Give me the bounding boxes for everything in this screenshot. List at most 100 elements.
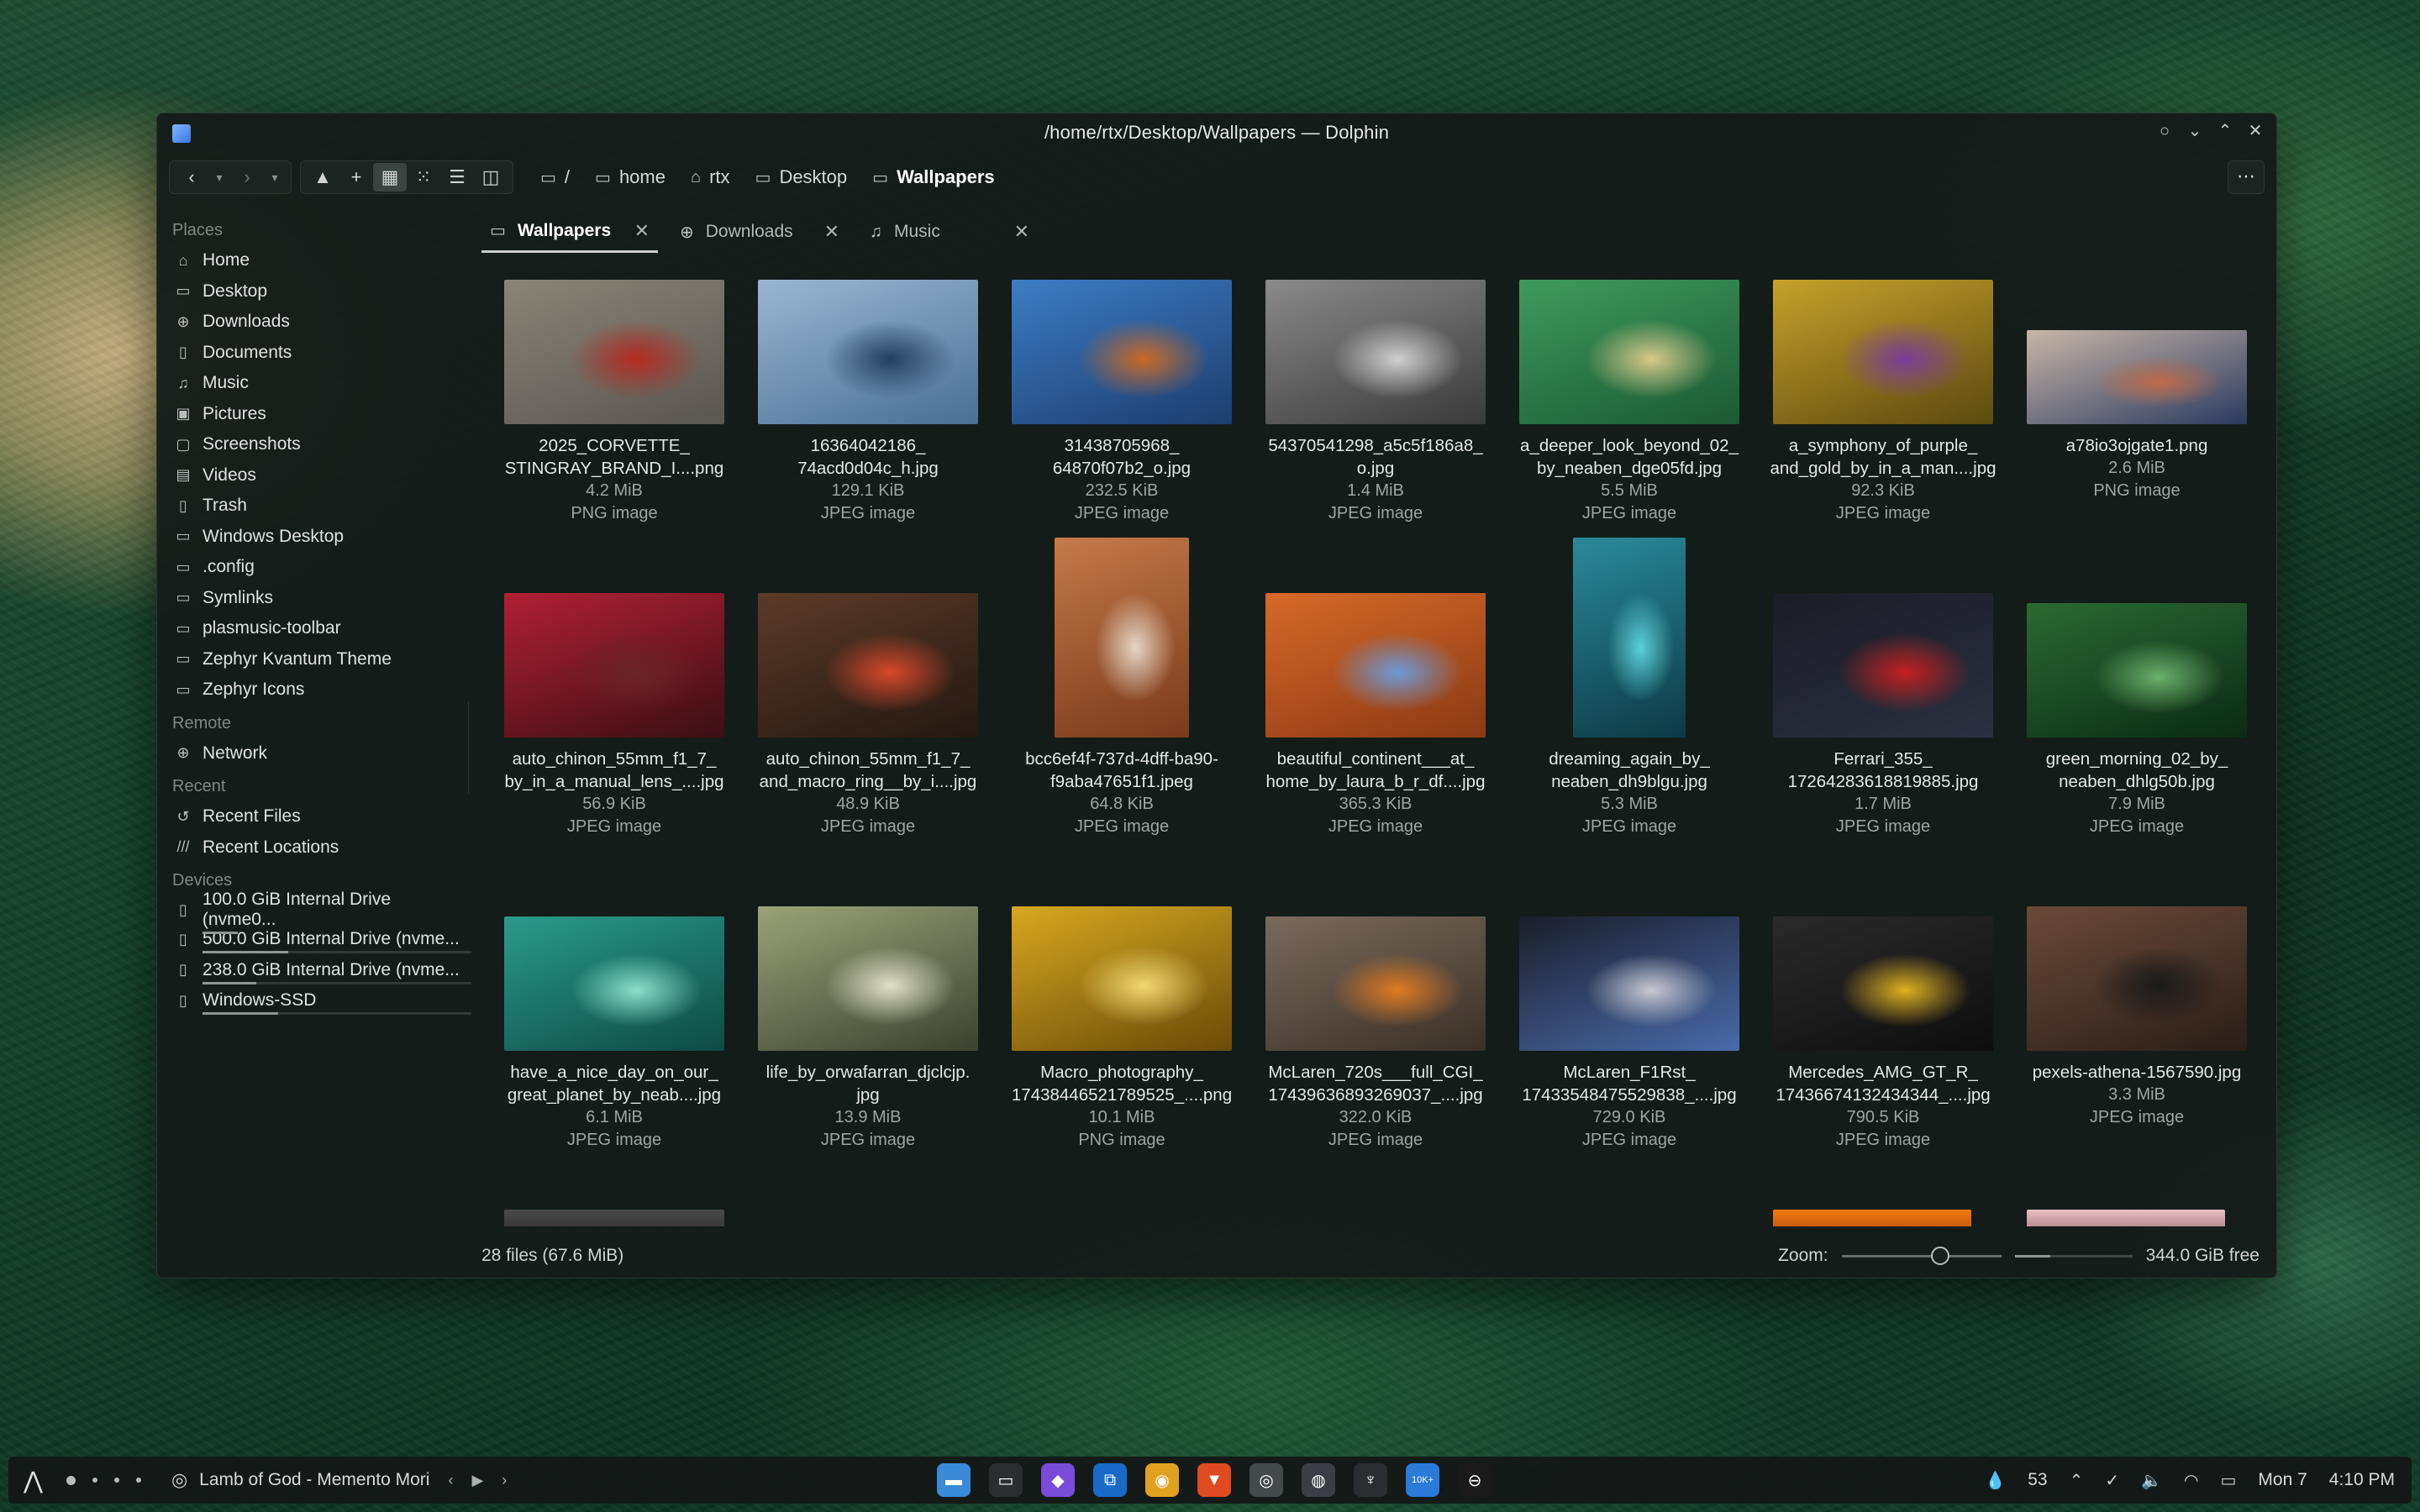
details-view-icon[interactable]: ☰ xyxy=(440,163,474,192)
file-item[interactable]: a_symphony_of_purple_ and_gold_by_in_a_m… xyxy=(1760,273,2006,525)
app-7-icon[interactable]: ◎ xyxy=(1249,1463,1283,1497)
file-item[interactable]: a_deeper_look_beyond_02_ by_neaben_dge05… xyxy=(1507,273,1752,525)
virtual-desktops[interactable] xyxy=(66,1475,141,1485)
forward-icon[interactable]: › xyxy=(230,163,264,192)
breadcrumb-item[interactable]: ▭ Wallpapers xyxy=(864,166,1002,188)
sidebar-item[interactable]: ▣ Pictures xyxy=(166,399,468,430)
sidebar-item[interactable]: ▭ Symlinks xyxy=(166,583,468,614)
volume-icon[interactable]: 🔈 xyxy=(2141,1470,2162,1491)
breadcrumb-item[interactable]: ▭ home xyxy=(587,166,674,188)
close-tab-icon[interactable]: ✕ xyxy=(997,221,1029,243)
sidebar-item[interactable]: ▭ plasmusic-toolbar xyxy=(166,613,468,644)
file-item[interactable]: Ferrari_355_ 17264283618819885.jpg 1.7 Mi… xyxy=(1760,586,2006,838)
file-item[interactable]: 54370541298_a5c5f186a8_ o.jpg 1.4 MiB JPEG… xyxy=(1253,273,1498,525)
battery-icon[interactable]: ▭ xyxy=(2221,1470,2237,1491)
app-11-icon[interactable]: ⊖ xyxy=(1458,1463,1491,1497)
brave-app-icon[interactable]: ▼ xyxy=(1197,1463,1231,1497)
file-item[interactable]: green_morning_02_by_ neaben_dhlg50b.jpg 7… xyxy=(2014,586,2256,838)
file-item[interactable]: 2025_CORVETTE_ STINGRAY_BRAND_I....png 4.… xyxy=(492,273,737,525)
desktop-3-dot[interactable] xyxy=(113,1478,119,1483)
app-launcher-icon[interactable]: ⋀ xyxy=(24,1467,43,1494)
file-item[interactable]: beautiful_continent___at_ home_by_laura_… xyxy=(1253,586,1498,838)
chrome-app-icon[interactable]: ◉ xyxy=(1145,1463,1179,1497)
tray-expand-icon[interactable]: ⌃ xyxy=(2070,1470,2084,1491)
sidebar-item[interactable]: /// Recent Locations xyxy=(166,832,468,864)
file-item[interactable]: 31438705968_ 64870f07b2_o.jpg 232.5 KiB JP… xyxy=(999,273,1244,525)
media-widget[interactable]: ◎ Lamb of God - Memento Mori ‹ ▶ › xyxy=(171,1469,507,1491)
file-item[interactable]: a78io3ojgate1.png 2.6 MiB PNG image xyxy=(2014,273,2256,502)
sidebar-device[interactable]: ▯ 238.0 GiB Internal Drive (nvme... xyxy=(166,957,471,988)
clock-date[interactable]: Mon 7 xyxy=(2258,1470,2307,1490)
sidebar-device[interactable]: ▯ Windows-SSD xyxy=(166,988,471,1019)
app-9-icon[interactable]: ♆ xyxy=(1354,1463,1387,1497)
sidebar-item[interactable]: ↺ Recent Files xyxy=(166,801,468,832)
file-item[interactable]: Macro_photography_ 17438446521789525_...… xyxy=(999,900,1244,1152)
file-item[interactable]: 16364042186_ 74acd0d04c_h.jpg 129.1 KiB JP… xyxy=(745,273,991,525)
breadcrumb-item[interactable]: ▭ Desktop xyxy=(747,166,856,188)
desktop-1-dot[interactable] xyxy=(66,1475,76,1485)
temperature-icon[interactable]: 💧 xyxy=(1985,1470,2006,1491)
back-history-icon[interactable]: ▾ xyxy=(208,163,230,192)
keep-above-icon[interactable]: ○ xyxy=(2155,122,2174,140)
steam-app-icon[interactable]: ◍ xyxy=(1302,1463,1335,1497)
play-icon[interactable]: ▶ xyxy=(471,1472,483,1489)
clock-time[interactable]: 4:10 PM xyxy=(2329,1470,2395,1490)
sidebar-divider[interactable] xyxy=(468,701,469,794)
close-tab-icon[interactable]: ✕ xyxy=(808,221,839,243)
file-item[interactable]: McLaren_F1Rst_ 17433548475529838_....jpg… xyxy=(1507,900,1752,1152)
previous-track-icon[interactable]: ‹ xyxy=(448,1472,453,1489)
tab-music[interactable]: ♫ Music ✕ xyxy=(861,211,1038,253)
app-10-icon[interactable]: 10K+ xyxy=(1406,1463,1439,1497)
file-item[interactable]: life_by_orwafarran_djclcjp. jpg 13.9 MiB J… xyxy=(745,900,991,1152)
temperature-value[interactable]: 53 xyxy=(2028,1470,2047,1490)
desktop-4-dot[interactable] xyxy=(135,1478,141,1483)
file-item[interactable]: bcc6ef4f-737d-4dff-ba90- f9aba47651f1.jp… xyxy=(999,538,1244,838)
breadcrumb-item[interactable]: ▭ / xyxy=(532,166,578,188)
hamburger-menu-button[interactable]: ⋯ xyxy=(2228,160,2265,194)
sidebar-item[interactable]: ▭ Windows Desktop xyxy=(166,522,468,553)
file-thumbnail-partial[interactable] xyxy=(2027,1210,2225,1226)
sidebar-item[interactable]: ▭ Zephyr Icons xyxy=(166,675,468,706)
sidebar-item[interactable]: ⊕ Downloads xyxy=(166,307,468,338)
close-tab-icon[interactable]: ✕ xyxy=(618,220,650,242)
sidebar-item[interactable]: ▭ Zephyr Kvantum Theme xyxy=(166,644,468,675)
file-item[interactable]: auto_chinon_55mm_f1_7_ by_in_a_manual_le… xyxy=(492,586,737,838)
breadcrumb-item[interactable]: ⌂ rtx xyxy=(682,166,739,188)
desktop-2-dot[interactable] xyxy=(92,1478,97,1483)
close-icon[interactable]: ✕ xyxy=(2246,122,2265,140)
compact-view-icon[interactable]: ⁙ xyxy=(407,163,440,192)
tab-downloads[interactable]: ⊕ Downloads ✕ xyxy=(671,211,848,253)
file-thumbnail-partial[interactable] xyxy=(504,1210,724,1226)
parent-folder-icon[interactable]: ▲ xyxy=(306,163,339,192)
file-item[interactable]: auto_chinon_55mm_f1_7_ and_macro_ring__b… xyxy=(745,586,991,838)
file-item[interactable]: pexels-athena-1567590.jpg 3.3 MiB JPEG ima… xyxy=(2014,900,2256,1129)
vscode-app-icon[interactable]: ⧉ xyxy=(1093,1463,1127,1497)
obsidian-app-icon[interactable]: ◆ xyxy=(1041,1463,1075,1497)
sidebar-item[interactable]: ⌂ Home xyxy=(166,245,468,276)
split-view-icon[interactable]: ◫ xyxy=(474,163,508,192)
sidebar-item[interactable]: ▢ Screenshots xyxy=(166,429,468,460)
zoom-slider-handle[interactable] xyxy=(1931,1246,1950,1265)
sidebar-device[interactable]: ▯ 500.0 GiB Internal Drive (nvme... xyxy=(166,927,471,958)
kde-connect-icon[interactable]: ✓ xyxy=(2105,1470,2119,1491)
terminal-app-icon[interactable]: ▭ xyxy=(989,1463,1023,1497)
sidebar-item[interactable]: ♫ Music xyxy=(166,368,468,399)
titlebar[interactable]: /home/rtx/Desktop/Wallpapers — Dolphin ○… xyxy=(157,113,2276,152)
maximize-icon[interactable]: ⌃ xyxy=(2216,122,2234,140)
dolphin-app-icon[interactable]: ▬ xyxy=(937,1463,971,1497)
sidebar-item[interactable]: ⊕ Network xyxy=(166,738,468,769)
sidebar-item[interactable]: ▯ Documents xyxy=(166,338,468,369)
file-item[interactable]: dreaming_again_by_ neaben_dh9blgu.jpg 5.3… xyxy=(1507,538,1752,838)
file-thumbnail-partial[interactable] xyxy=(1773,1210,1971,1226)
icons-view-icon[interactable]: ▦ xyxy=(373,163,407,192)
sidebar-item[interactable]: ▤ Videos xyxy=(166,460,468,491)
sidebar-item[interactable]: ▭ Desktop xyxy=(166,276,468,307)
file-item[interactable]: Mercedes_AMG_GT_R_ 17436674132434344_...… xyxy=(1760,900,2006,1152)
new-tab-icon[interactable]: + xyxy=(339,163,373,192)
back-icon[interactable]: ‹ xyxy=(175,163,208,192)
sidebar-item[interactable]: ▭ .config xyxy=(166,552,468,583)
next-track-icon[interactable]: › xyxy=(502,1472,507,1489)
file-item[interactable]: have_a_nice_day_on_our_ great_planet_by_… xyxy=(492,900,737,1152)
wifi-icon[interactable]: ◠ xyxy=(2184,1470,2198,1491)
sidebar-device[interactable]: ▯ 100.0 GiB Internal Drive (nvme0... xyxy=(166,890,468,935)
